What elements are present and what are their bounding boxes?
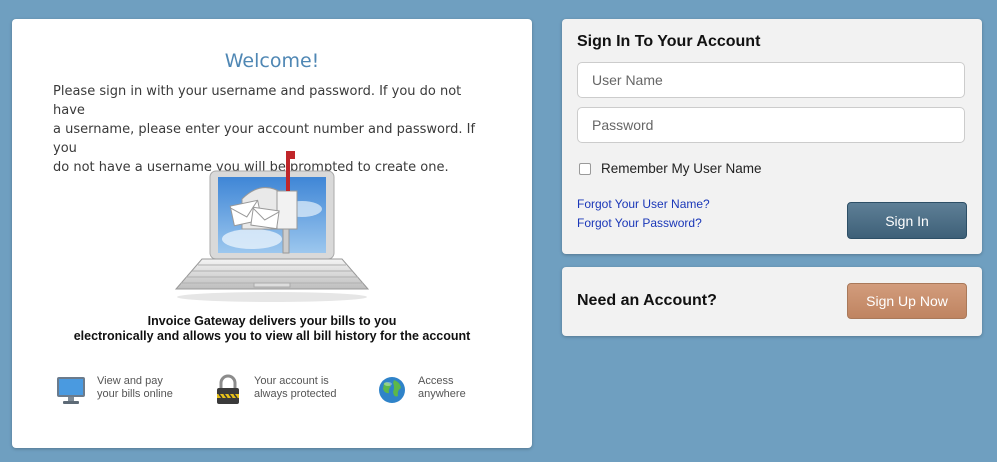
laptop-mailbox-illustration (174, 151, 370, 302)
remember-label[interactable]: Remember My User Name (601, 161, 762, 176)
forgot-username-link[interactable]: Forgot Your User Name? (577, 197, 710, 211)
signin-button[interactable]: Sign In (847, 202, 967, 239)
signin-panel: Sign In To Your Account Remember My User… (562, 19, 982, 254)
feature-text: Your account is (254, 375, 329, 387)
feature-text: View and pay (97, 375, 163, 387)
remember-checkbox[interactable] (579, 162, 591, 175)
padlock-icon (217, 374, 239, 404)
signin-title: Sign In To Your Account (577, 33, 761, 50)
password-input[interactable] (577, 107, 965, 143)
account-panel: Need an Account? Sign Up Now (562, 267, 982, 336)
feature-text: anywhere (418, 388, 466, 400)
welcome-panel: Welcome! Please sign in with your userna… (12, 19, 532, 448)
remember-row: Remember My User Name (579, 161, 762, 176)
feature-text: always protected (254, 388, 337, 400)
tagline: Invoice Gateway delivers your bills to y… (12, 314, 532, 344)
tagline-line: Invoice Gateway delivers your bills to y… (147, 314, 397, 328)
welcome-text-line: Please sign in with your username and pa… (53, 84, 462, 118)
feature-text: Access (418, 375, 454, 387)
forgot-password-link[interactable]: Forgot Your Password? (577, 216, 702, 230)
signup-button[interactable]: Sign Up Now (847, 283, 967, 319)
tagline-line: electronically and allows you to view al… (73, 329, 471, 343)
account-title: Need an Account? (577, 292, 717, 309)
username-input[interactable] (577, 62, 965, 98)
monitor-icon (57, 377, 85, 404)
feature-text: your bills online (97, 388, 173, 400)
welcome-title: Welcome! (224, 50, 320, 72)
globe-icon (379, 377, 405, 403)
